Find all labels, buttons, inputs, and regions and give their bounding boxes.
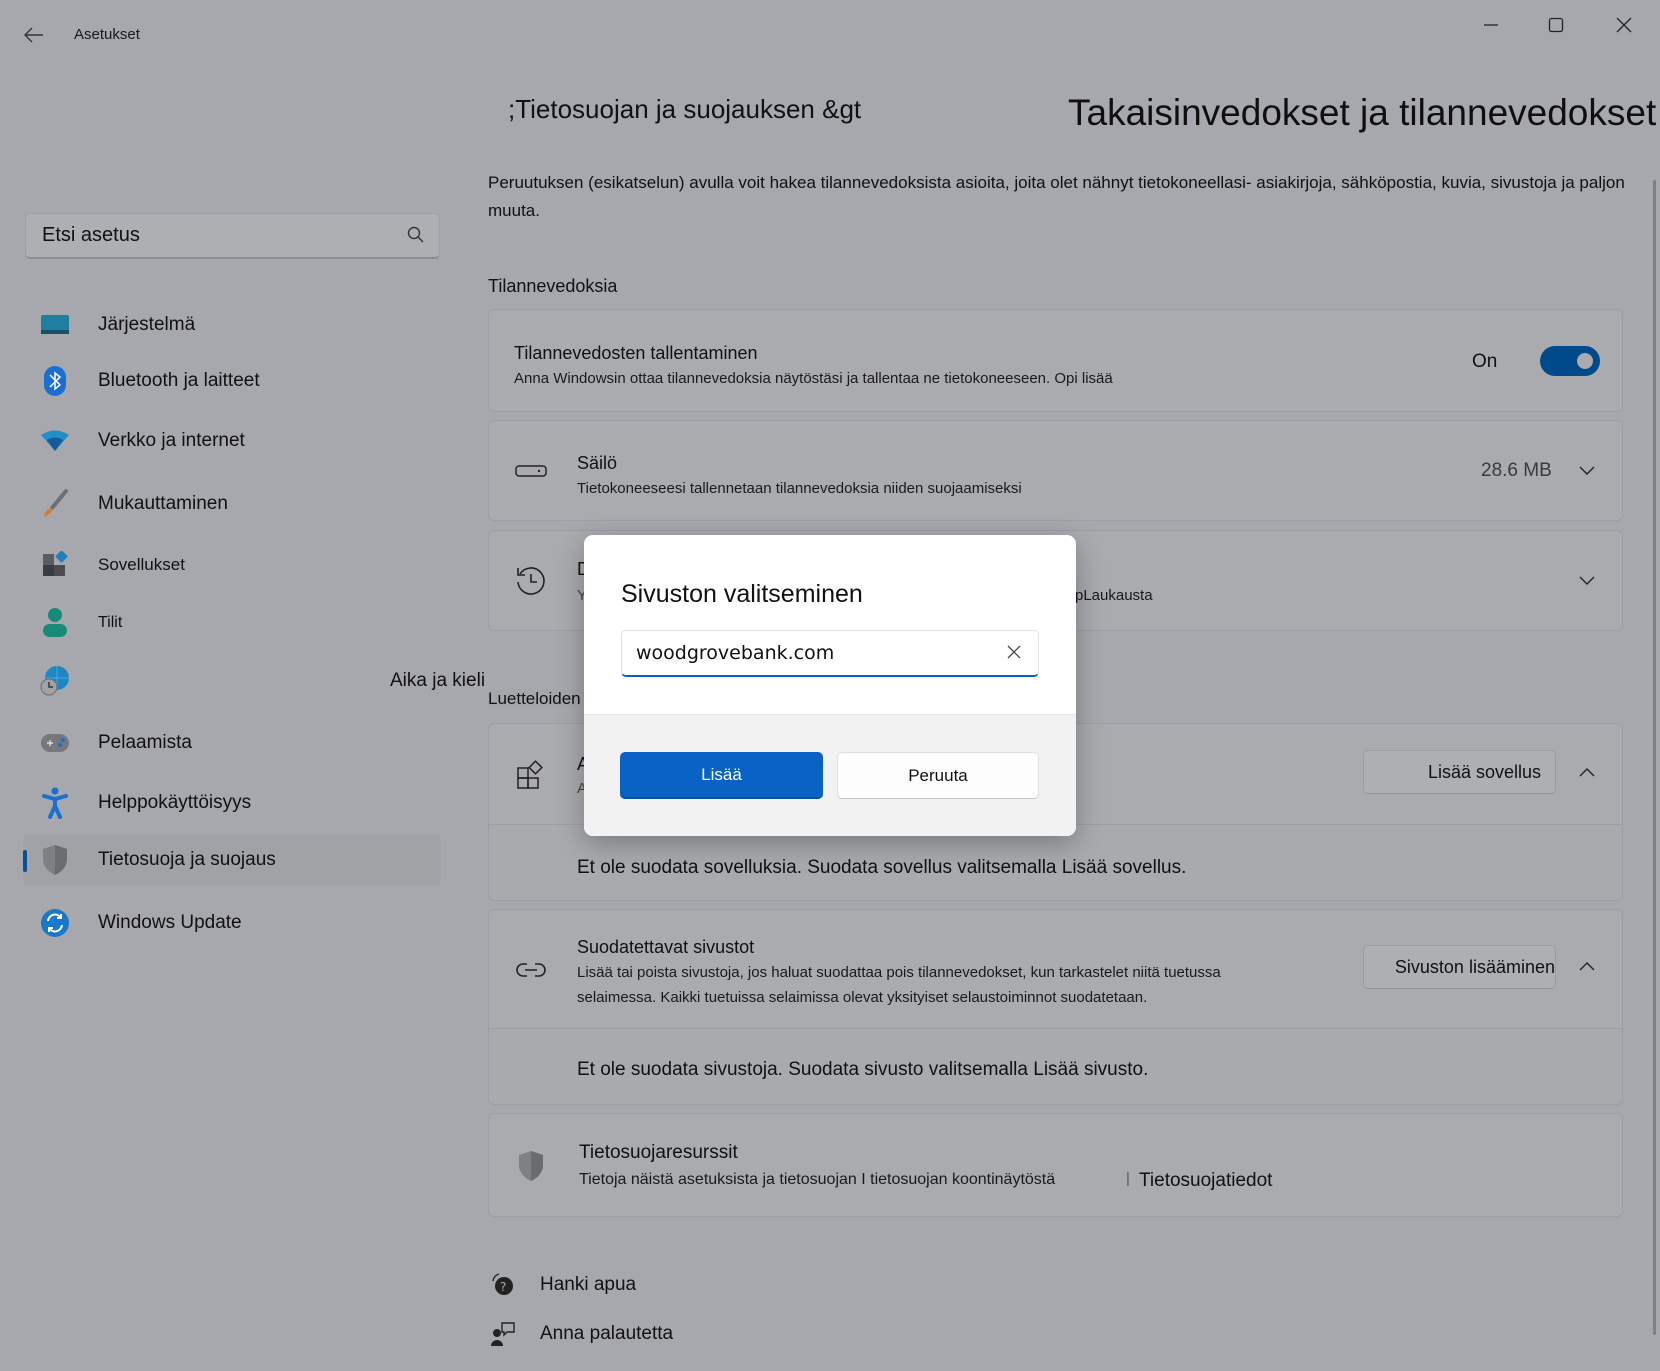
storage-title: Säilö [577, 453, 618, 473]
accessibility-icon [37, 785, 73, 821]
sidebar-item-accessibility[interactable]: Helppokäyttöisyys [23, 778, 441, 828]
add-app-button[interactable]: Lisää sovellus [1363, 750, 1556, 794]
sites-filter-empty-panel: Et ole suodata sivustoja. Suodata sivust… [488, 1029, 1623, 1105]
privacy-statement-link[interactable]: Tietosuojatiedot [1139, 1170, 1272, 1192]
shield-icon [37, 842, 73, 878]
breadcrumb[interactable]: ;Tietosuojan ja suojauksen &gt [508, 94, 861, 125]
chevron-down-icon[interactable] [1575, 569, 1599, 593]
history-description-end: pLaukausta [1075, 587, 1153, 604]
storage-description: Tietokoneeseesi tallennetaan tilannevedo… [577, 480, 1022, 497]
privacy-resources-card: Tietosuojaresurssit Tietoja näistä asetu… [488, 1113, 1623, 1217]
toggle-state-label: On [1472, 351, 1498, 372]
storage-size-value: 28.6 MB [1481, 460, 1552, 481]
get-help-link[interactable]: ? Hanki apua [488, 1272, 636, 1298]
sidebar-item-gaming[interactable]: Pelaamista [23, 718, 441, 768]
search-box[interactable] [25, 213, 440, 259]
close-button[interactable] [1601, 8, 1647, 42]
add-site-button[interactable]: Sivuston lisääminen [1363, 945, 1556, 989]
chevron-up-icon[interactable] [1575, 954, 1599, 978]
search-icon[interactable] [407, 226, 425, 249]
filter-sites-card: Suodatettavat sivustot Lisää tai poista … [488, 909, 1623, 1029]
sites-filter-title: Suodatettavat sivustot [577, 937, 755, 957]
back-button[interactable] [18, 20, 50, 50]
sidebar-item-network[interactable]: Verkko ja internet [23, 416, 441, 466]
gamepad-icon [37, 725, 73, 761]
svg-text:?: ? [500, 1280, 506, 1294]
back-arrow-icon [24, 27, 43, 43]
time-language-icon [37, 662, 73, 698]
sidebar-item-personalization[interactable]: Mukauttaminen [23, 479, 441, 529]
wifi-icon [37, 423, 73, 459]
chevron-down-icon[interactable] [1575, 459, 1599, 483]
feedback-icon [488, 1321, 518, 1347]
cancel-button[interactable]: Peruuta [837, 752, 1039, 799]
dialog-title: Sivuston valitseminen [621, 580, 863, 608]
windows-update-icon [37, 905, 73, 941]
history-icon [515, 565, 547, 597]
apps-empty-text: Et ole suodata sovelluksia. Suodata sove… [577, 857, 1187, 878]
paintbrush-icon [37, 486, 73, 522]
privacy-resources-links[interactable]: Tietoja näistä asetuksista ja tietosuoja… [579, 1167, 1055, 1192]
page-description: Peruutuksen (esikatselun) avulla voit ha… [488, 173, 1625, 220]
minimize-icon [1484, 24, 1498, 26]
sidebar-item-privacy-security[interactable]: Tietosuoja ja suojaus [23, 835, 441, 885]
bluetooth-icon [37, 363, 73, 399]
maximize-icon [1548, 17, 1564, 33]
snapshots-section-label: Tilannevedoksia [488, 276, 618, 296]
maximize-button[interactable] [1533, 8, 1579, 42]
system-icon [37, 307, 73, 343]
time-language-label: Aika ja kieli [390, 670, 486, 691]
help-icon: ? [488, 1272, 518, 1298]
close-icon [1616, 17, 1632, 33]
sidebar-item-time-language[interactable] [23, 655, 441, 705]
sidebar-item-apps[interactable]: Sovellukset [23, 540, 441, 590]
sidebar-item-windows-update[interactable]: Windows Update [23, 898, 441, 948]
sites-filter-description: Lisää tai poista sivustoja, jos haluat s… [577, 964, 1221, 1006]
chevron-up-icon[interactable] [1575, 760, 1599, 784]
apps-filter-empty-panel: Et ole suodata sovelluksia. Suodata sove… [488, 825, 1623, 901]
account-icon [37, 605, 73, 641]
shield-icon [515, 1150, 547, 1182]
window-title: Asetukset [74, 26, 140, 43]
add-button[interactable]: Lisää [620, 752, 823, 799]
link-icon [515, 954, 547, 986]
sidebar-item-system[interactable]: Järjestelmä [23, 300, 441, 350]
save-snapshots-description: Anna Windowsin ottaa tilannevedoksia näy… [514, 370, 1113, 387]
sidebar-item-bluetooth[interactable]: Bluetooth ja laitteet [23, 356, 441, 406]
apps-filter-icon [515, 759, 547, 791]
site-input-box[interactable] [621, 630, 1039, 677]
privacy-resources-title: Tietosuojaresurssit [579, 1142, 738, 1163]
scrollbar[interactable] [1653, 180, 1656, 1335]
sidebar-item-accounts[interactable]: Tilit [23, 598, 441, 648]
apps-icon [37, 547, 73, 583]
sites-empty-text: Et ole suodata sivustoja. Suodata sivust… [577, 1059, 1149, 1080]
minimize-button[interactable] [1468, 8, 1514, 42]
dialog-footer: Lisää Peruuta [584, 714, 1076, 836]
page-title: Takaisinvedokset ja tilannevedokset [1068, 92, 1657, 133]
search-input[interactable] [42, 224, 382, 247]
storage-drive-icon [515, 455, 547, 487]
save-snapshots-title: Tilannevedosten tallentaminen [514, 343, 758, 363]
site-input[interactable] [636, 642, 976, 664]
select-site-dialog: Sivuston valitseminen Lisää Peruuta [584, 535, 1076, 836]
save-snapshots-toggle[interactable] [1540, 346, 1600, 376]
clear-input-icon[interactable] [1006, 644, 1022, 665]
storage-card[interactable]: Säilö Tietokoneeseesi tallennetaan tilan… [488, 420, 1623, 521]
give-feedback-link[interactable]: Anna palautetta [488, 1321, 673, 1347]
save-snapshots-card: Tilannevedosten tallentaminen Anna Windo… [488, 309, 1623, 412]
link-separator: | [1126, 1170, 1130, 1187]
